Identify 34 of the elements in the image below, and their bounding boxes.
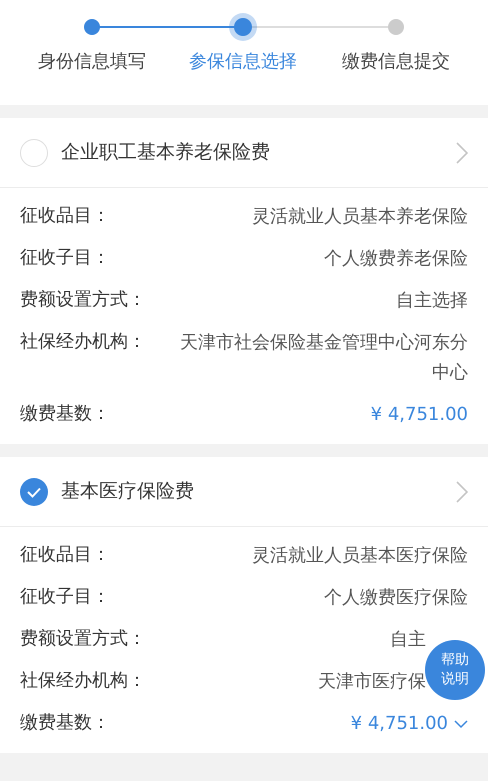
card-title: 基本医疗保险费 <box>61 479 195 504</box>
step-label[interactable]: 身份信息填写 <box>38 51 146 72</box>
field-label: 社保经办机构： <box>20 330 146 354</box>
amount-value[interactable]: ¥ 4,751.00 <box>350 709 448 739</box>
field-label: 缴费基数： <box>20 711 110 735</box>
field-value: 天津市社会保险基金管理中心河东分中心 <box>179 331 468 385</box>
field-label: 征收子目： <box>20 246 110 270</box>
chevron-right-icon[interactable] <box>456 142 468 164</box>
field-label: 费额设置方式： <box>20 627 146 651</box>
field-label: 征收子目： <box>20 585 110 609</box>
field-value: 灵活就业人员基本养老保险 <box>252 205 468 229</box>
field-value: 个人缴费医疗保险 <box>324 586 468 610</box>
help-text: 说明 <box>441 670 469 689</box>
checkbox-checked-icon[interactable] <box>20 478 48 506</box>
field-label: 缴费基数： <box>20 402 110 426</box>
field-label: 社保经办机构： <box>20 669 146 693</box>
field-value: 天津市医疗保 <box>318 670 426 694</box>
field-value: 自主选择 <box>396 289 468 313</box>
chevron-down-icon[interactable] <box>454 720 468 728</box>
step-label[interactable]: 缴费信息提交 <box>342 51 450 72</box>
step-label[interactable]: 参保信息选择 <box>189 51 297 72</box>
field-value: 灵活就业人员基本医疗保险 <box>252 544 468 568</box>
checkbox-icon[interactable] <box>20 138 48 166</box>
field-value: 个人缴费养老保险 <box>324 247 468 271</box>
card-header[interactable]: 基本医疗保险费 <box>0 457 488 527</box>
field-label: 费额设置方式： <box>20 288 146 312</box>
chevron-right-icon[interactable] <box>456 480 468 502</box>
field-label: 征收品目： <box>20 543 110 567</box>
help-text: 帮助 <box>441 651 469 670</box>
field-label: 征收品目： <box>20 204 110 228</box>
field-value: 自主 <box>390 628 426 652</box>
card-title: 企业职工基本养老保险费 <box>61 140 271 166</box>
amount-value: ¥ 4,751.00 <box>370 403 468 427</box>
card-header[interactable]: 企业职工基本养老保险费 <box>0 118 488 188</box>
